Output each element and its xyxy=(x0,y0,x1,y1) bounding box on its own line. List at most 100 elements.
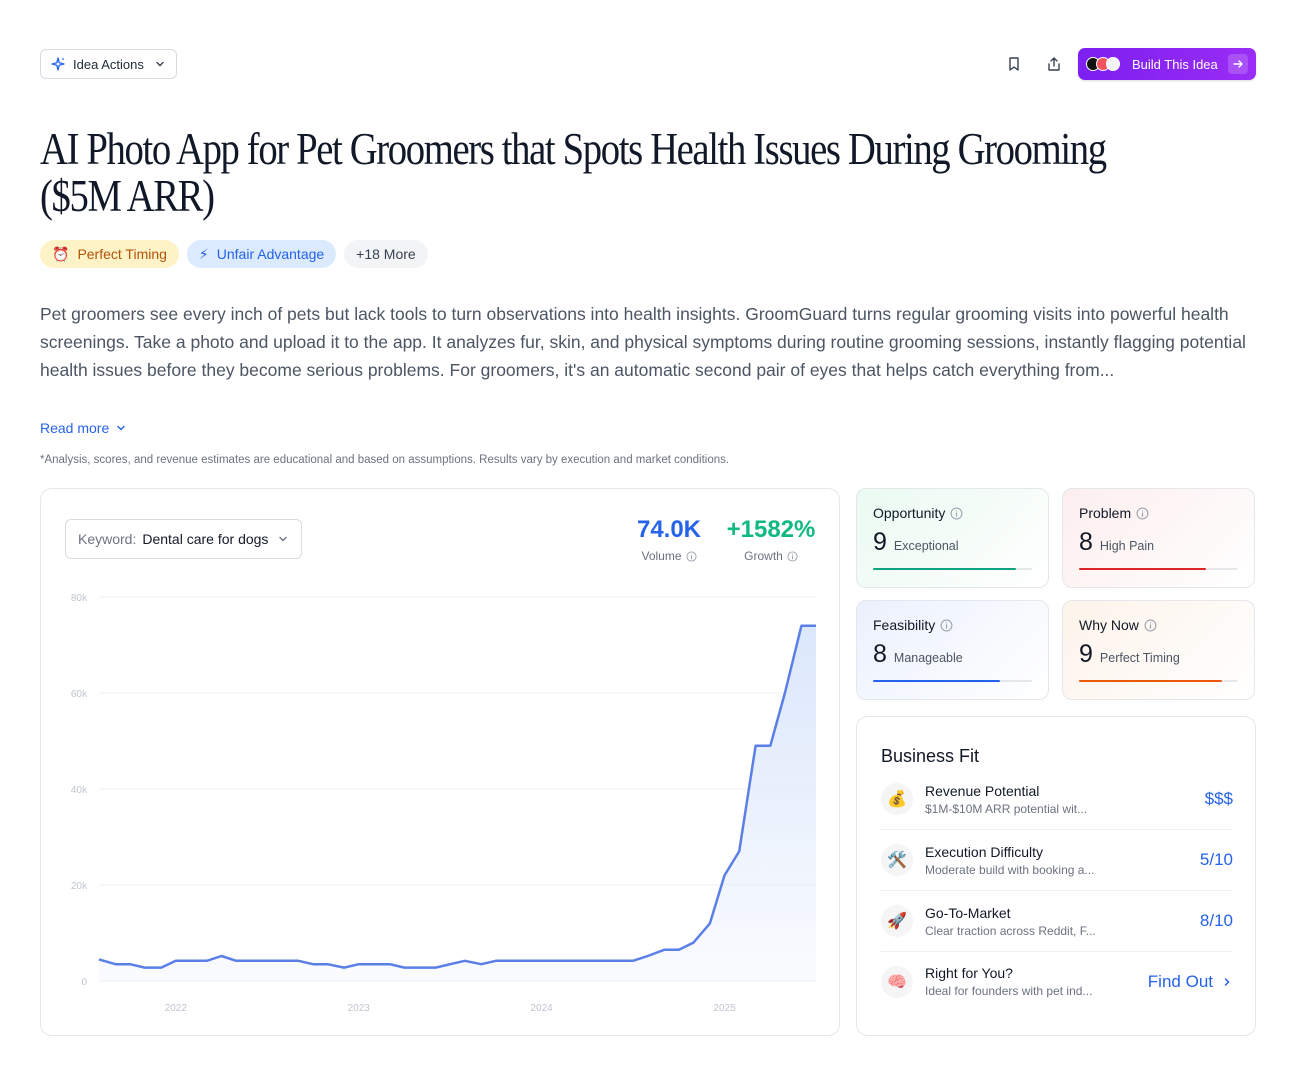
score-quality: Perfect Timing xyxy=(1099,651,1180,665)
y-tick-label: 0 xyxy=(81,977,87,988)
tag-label: +18 More xyxy=(356,246,416,262)
trend-area xyxy=(99,625,816,981)
problem-score-card[interactable]: Problem 8 High Pain xyxy=(1062,488,1255,588)
y-tick-label: 60k xyxy=(71,689,88,700)
score-bar-fill xyxy=(873,680,1001,682)
tag-perfect-timing[interactable]: ⏰ Perfect Timing xyxy=(40,240,179,268)
feasibility-score-card[interactable]: Feasibility 8 Manageable xyxy=(856,600,1049,700)
bookmark-icon xyxy=(1009,57,1019,71)
idea-actions-label: Idea Actions xyxy=(73,56,144,72)
score-value: 9 xyxy=(873,528,887,556)
score-bar-fill xyxy=(1079,568,1207,570)
fit-subtitle: $1M-$10M ARR potential wit... xyxy=(925,801,1088,816)
chevron-down-icon xyxy=(154,58,166,70)
trend-chart: 0 20k 40k 60k 80k 2022 2023 2024 2025 xyxy=(71,593,817,1014)
tag-label: Perfect Timing xyxy=(77,246,167,262)
y-tick-label: 80k xyxy=(71,593,88,604)
x-tick-label: 2022 xyxy=(165,1003,188,1014)
tag-more[interactable]: +18 More xyxy=(344,240,428,268)
info-icon[interactable] xyxy=(950,507,963,520)
build-this-idea-button[interactable]: Build This Idea xyxy=(1078,48,1256,80)
read-more-link[interactable]: Read more xyxy=(40,420,127,436)
partner-logo-icon xyxy=(1106,57,1120,71)
score-quality: Manageable xyxy=(893,651,963,665)
tag-label: Unfair Advantage xyxy=(216,246,325,262)
chevron-right-icon xyxy=(1224,977,1230,986)
score-value: 8 xyxy=(873,640,887,668)
keyword-value: Dental care for dogs xyxy=(142,531,269,547)
info-icon[interactable] xyxy=(940,619,953,632)
fit-title: Revenue Potential xyxy=(925,782,1040,799)
score-bar-fill xyxy=(873,568,1017,570)
rocket-icon: 🚀 xyxy=(881,905,913,937)
score-bar-fill xyxy=(1079,680,1223,682)
business-fit-card: Business Fit 💰 Revenue Potential $1M-$10… xyxy=(856,716,1256,1036)
brain-icon: 🧠 xyxy=(881,965,913,998)
find-out-label: Find Out xyxy=(1147,971,1213,991)
y-tick-label: 20k xyxy=(71,881,88,892)
fit-subtitle: Ideal for founders with pet ind... xyxy=(925,984,1093,998)
info-icon[interactable] xyxy=(685,550,697,562)
lightning-icon: ⚡ xyxy=(198,245,209,262)
fit-value: 5/10 xyxy=(1199,850,1233,869)
score-title: Feasibility xyxy=(873,617,936,633)
score-bar xyxy=(1079,680,1238,682)
fit-subtitle: Moderate build with booking a... xyxy=(925,862,1095,877)
score-quality: High Pain xyxy=(1099,539,1155,553)
fit-title: Right for You? xyxy=(925,965,1013,981)
fit-title: Execution Difficulty xyxy=(925,843,1044,860)
info-icon[interactable] xyxy=(787,550,798,562)
keyword-label: Keyword: xyxy=(78,531,137,547)
build-button-label: Build This Idea xyxy=(1132,56,1218,72)
growth-value: +1582% xyxy=(726,516,816,543)
score-value: 8 xyxy=(1079,528,1093,556)
arrow-right-icon xyxy=(1228,54,1248,74)
read-more-label: Read more xyxy=(40,420,110,436)
info-icon[interactable] xyxy=(1136,507,1149,520)
share-button[interactable] xyxy=(1042,52,1066,76)
growth-label: Growth xyxy=(744,549,783,563)
chevron-down-icon xyxy=(277,533,289,545)
why-now-score-card[interactable]: Why Now 9 Perfect Timing xyxy=(1062,600,1255,700)
fit-title: Go-To-Market xyxy=(925,904,1011,921)
volume-value: 74.0K xyxy=(636,516,702,543)
sparkle-icon xyxy=(51,57,65,71)
idea-actions-dropdown[interactable]: Idea Actions xyxy=(40,49,177,79)
score-title: Opportunity xyxy=(873,505,946,521)
top-bar: Idea Actions Build This Idea xyxy=(40,48,1256,80)
money-bag-icon: 💰 xyxy=(881,783,913,815)
alarm-clock-icon: ⏰ xyxy=(52,245,70,262)
go-to-market-row[interactable]: 🚀 Go-To-Market Clear traction across Red… xyxy=(881,891,1233,952)
volume-label: Volume xyxy=(641,549,682,563)
right-for-you-row[interactable]: 🧠 Right for You? Ideal for founders with… xyxy=(881,951,1233,1012)
find-out-link[interactable]: Find Out xyxy=(1148,972,1233,992)
score-value: 9 xyxy=(1079,640,1093,668)
trend-line xyxy=(98,624,816,969)
info-icon[interactable] xyxy=(1144,619,1157,632)
disclaimer: *Analysis, scores, and revenue estimates… xyxy=(40,454,730,466)
share-icon xyxy=(1048,57,1060,71)
score-quality: Exceptional xyxy=(893,539,959,553)
keyword-select[interactable]: Keyword: Dental care for dogs xyxy=(65,519,302,559)
growth-metric: +1582% Growth xyxy=(721,515,821,563)
business-fit-title: Business Fit xyxy=(881,746,980,766)
fit-value: 8/10 xyxy=(1199,911,1233,930)
opportunity-score-card[interactable]: Opportunity 9 Exceptional xyxy=(856,488,1049,588)
tools-icon: 🛠️ xyxy=(881,844,913,876)
x-tick-label: 2024 xyxy=(531,1003,554,1014)
score-title: Why Now xyxy=(1079,617,1139,633)
idea-description: Pet groomers see every inch of pets but … xyxy=(40,304,1246,380)
partner-logos xyxy=(1086,57,1120,71)
keyword-trend-card: 0 20k 40k 60k 80k 2022 2023 2024 2025 Keyword: D… xyxy=(40,488,840,1036)
tag-list: ⏰ Perfect Timing ⚡ Unfair Advantage +18 … xyxy=(40,240,428,268)
volume-metric: 74.0K Volume xyxy=(629,515,709,563)
y-tick-label: 40k xyxy=(71,785,88,796)
x-tick-label: 2023 xyxy=(348,1003,371,1014)
fit-subtitle: Clear traction across Reddit, F... xyxy=(925,923,1096,938)
tag-unfair-advantage[interactable]: ⚡ Unfair Advantage xyxy=(186,240,337,268)
score-bar xyxy=(1079,568,1238,570)
revenue-potential-row[interactable]: 💰 Revenue Potential $1M-$10M ARR potenti… xyxy=(881,769,1233,830)
bookmark-button[interactable] xyxy=(1002,52,1026,76)
x-tick-label: 2025 xyxy=(713,1003,736,1014)
execution-difficulty-row[interactable]: 🛠️ Execution Difficulty Moderate build w… xyxy=(881,830,1233,891)
